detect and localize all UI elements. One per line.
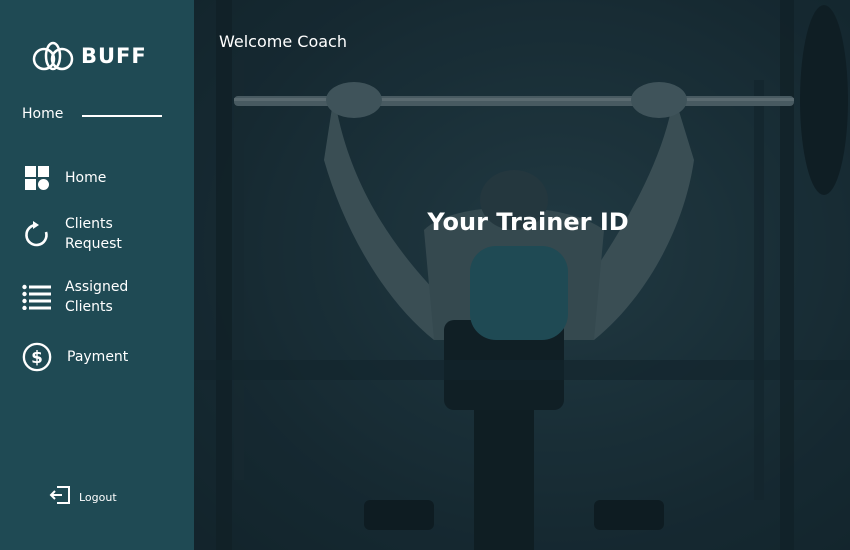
welcome-message: Welcome Coach [219, 32, 347, 51]
list-icon [22, 282, 52, 312]
sidebar-item-label: Clients Request [65, 216, 122, 252]
sidebar-item-label: Payment [67, 349, 129, 365]
logout-icon [49, 484, 71, 510]
sidebar-item-home[interactable]: Home [22, 163, 155, 193]
lotus-logo-icon [32, 41, 74, 71]
sidebar-item-label: Home [65, 170, 107, 186]
logout-button[interactable]: Logout [49, 484, 117, 510]
brand-name: BUFF [81, 44, 147, 68]
sidebar-item-payment[interactable]: $ Payment [22, 342, 157, 372]
brand-logo[interactable]: BUFF [31, 40, 147, 72]
svg-text:$: $ [31, 347, 43, 367]
breadcrumb-label: Home [22, 106, 64, 122]
sidebar: BUFF Home Home Clients Request Assigned … [0, 0, 194, 550]
sidebar-item-assigned-clients[interactable]: Assigned Clients [22, 277, 155, 317]
refresh-icon [22, 219, 52, 249]
dashboard-icon [22, 163, 52, 193]
trainer-id-title: Your Trainer ID [427, 208, 629, 236]
logout-label: Logout [79, 490, 117, 504]
breadcrumb-divider [82, 115, 162, 117]
sidebar-item-clients-request[interactable]: Clients Request [22, 214, 155, 254]
trainer-id-box [470, 246, 568, 340]
dollar-circle-icon: $ [22, 342, 52, 372]
sidebar-item-label: Assigned Clients [65, 279, 129, 315]
main-content: Welcome Coach Your Trainer ID [194, 0, 850, 550]
